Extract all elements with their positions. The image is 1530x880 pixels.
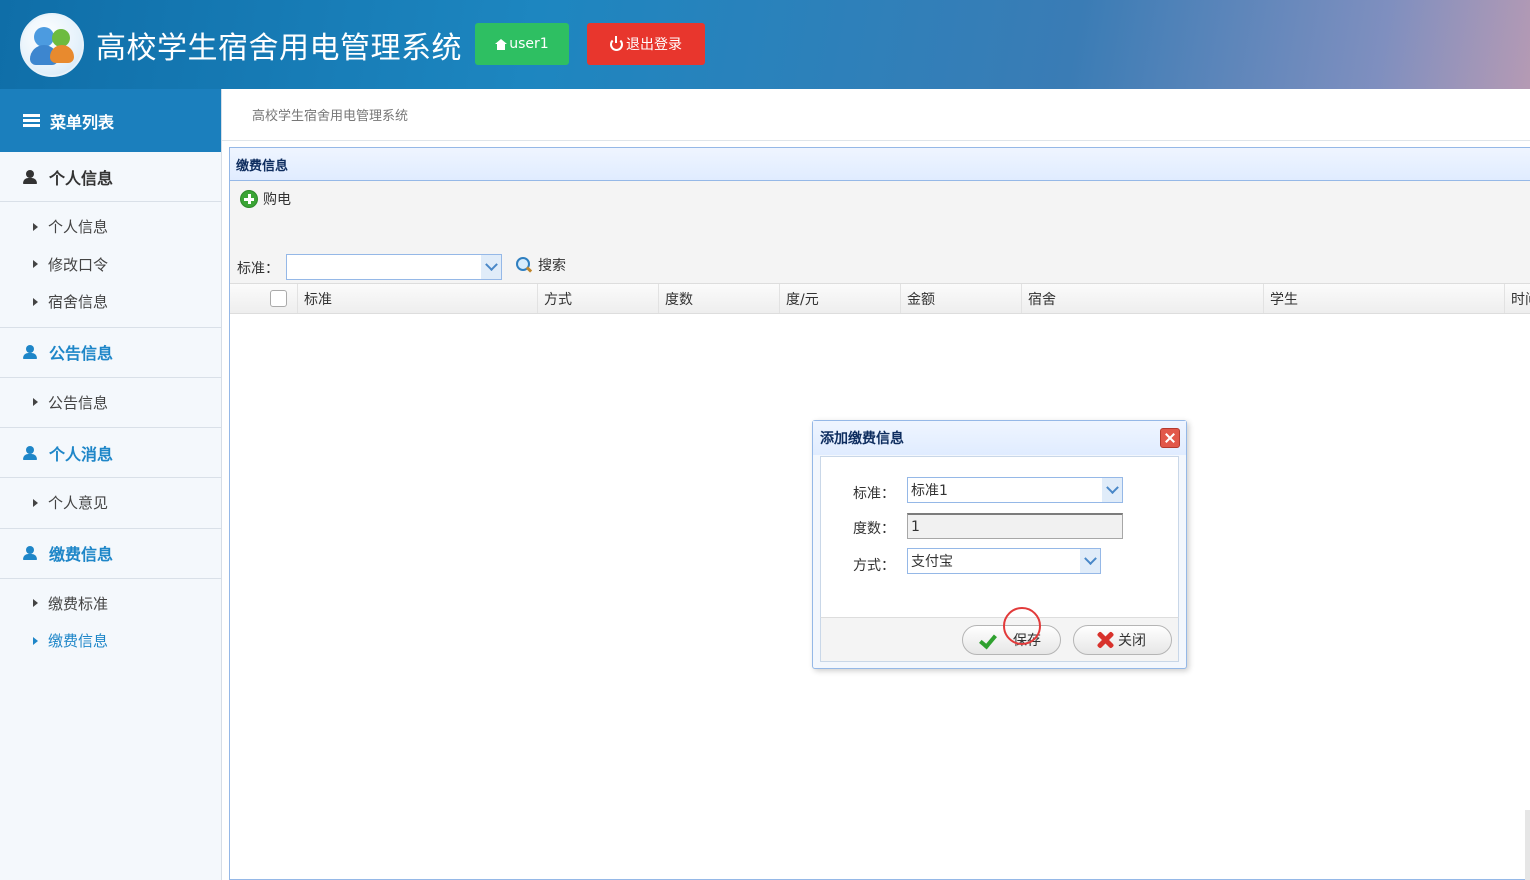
select-all-checkbox[interactable] — [270, 290, 287, 307]
logout-button[interactable]: 退出登录 — [587, 23, 705, 65]
buy-electricity-button[interactable]: 购电 — [240, 189, 291, 209]
column-header-amount[interactable]: 金额 — [900, 284, 1021, 313]
sidebar-item-notices[interactable]: 公告信息 — [0, 384, 221, 422]
sidebar-submenu-messages: 个人意见 — [0, 478, 221, 529]
sidebar-item-label: 宿舍信息 — [48, 293, 109, 312]
sidebar-item-label: 缴费标准 — [48, 594, 109, 613]
method-select-value: 支付宝 — [911, 554, 953, 570]
sidebar-heading-label: 菜单列表 — [50, 112, 115, 132]
close-button-label: 关闭 — [1118, 633, 1146, 649]
sidebar-group-label: 缴费信息 — [49, 545, 114, 564]
dialog-footer: 保存 关闭 — [820, 617, 1179, 662]
panel-title: 缴费信息 — [230, 148, 1530, 181]
method-select[interactable]: 支付宝 — [907, 548, 1101, 574]
app-title: 高校学生宿舍用电管理系统 — [96, 31, 462, 66]
sidebar-item-payment-info[interactable]: 缴费信息 — [0, 622, 221, 660]
kwh-input[interactable]: 1 — [907, 513, 1123, 539]
sidebar-heading: 菜单列表 — [0, 89, 221, 152]
chevron-down-icon[interactable] — [481, 255, 501, 279]
user-button[interactable]: user1 — [475, 23, 569, 65]
chevron-down-icon[interactable] — [1080, 549, 1100, 573]
caret-right-icon — [33, 398, 38, 407]
sidebar-item-feedback[interactable]: 个人意见 — [0, 484, 221, 522]
sidebar-item-change-password[interactable]: 修改口令 — [0, 246, 221, 284]
sidebar-submenu-profile: 个人信息 修改口令 宿舍信息 — [0, 202, 221, 328]
user-button-label: user1 — [509, 36, 549, 52]
list-icon — [23, 114, 40, 127]
column-header-method[interactable]: 方式 — [537, 284, 658, 313]
buy-electricity-label: 购电 — [263, 192, 291, 208]
user-icon — [23, 546, 37, 560]
caret-right-icon — [33, 498, 38, 507]
scrollbar[interactable] — [1525, 810, 1530, 880]
logout-button-label: 退出登录 — [626, 37, 682, 53]
standard-field-label: 标准： — [853, 486, 895, 502]
sidebar-group-label: 公告信息 — [49, 344, 114, 363]
check-icon — [979, 630, 997, 650]
add-payment-dialog: 添加缴费信息 标准： 标准1 度数： 1 方式： 支付宝 保存 关闭 — [812, 420, 1187, 669]
close-icon[interactable] — [1160, 428, 1180, 448]
sidebar-item-label: 公告信息 — [48, 393, 109, 412]
breadcrumb: 高校学生宿舍用电管理系统 — [222, 89, 1530, 141]
sidebar-group-payment[interactable]: 缴费信息 — [0, 529, 221, 579]
column-header-time[interactable]: 时间 — [1504, 284, 1530, 313]
chevron-down-icon[interactable] — [1102, 478, 1122, 502]
column-header-price[interactable]: 度/元 — [779, 284, 900, 313]
user-icon — [23, 445, 37, 460]
power-icon — [610, 35, 623, 51]
app-header: 高校学生宿舍用电管理系统 user1 退出登录 — [0, 0, 1530, 89]
user-icon — [23, 345, 37, 359]
column-header-standard[interactable]: 标准 — [297, 284, 537, 313]
table-header: 标准 方式 度数 度/元 金额 宿舍 学生 时间 — [230, 283, 1530, 314]
sidebar-group-messages[interactable]: 个人消息 — [0, 428, 221, 478]
home-icon — [495, 38, 508, 50]
users-logo-icon — [20, 13, 84, 77]
search-button[interactable]: 搜索 — [516, 255, 566, 275]
column-header-kwh[interactable]: 度数 — [658, 284, 779, 313]
sidebar-group-notices[interactable]: 公告信息 — [0, 328, 221, 378]
caret-right-icon — [33, 222, 38, 231]
caret-right-icon — [33, 297, 38, 306]
filter-standard-label: 标准： — [237, 261, 279, 277]
click-indicator — [1003, 607, 1041, 645]
search-icon — [516, 257, 532, 273]
filter-standard-select[interactable] — [286, 254, 502, 280]
sidebar-group-label: 个人消息 — [49, 444, 114, 464]
kwh-field-label: 度数： — [853, 521, 895, 537]
method-field-label: 方式： — [853, 558, 895, 574]
sidebar: 菜单列表 个人信息 个人信息 修改口令 宿舍信息 公告信息 公告信息 个人消息 — [0, 89, 222, 880]
dialog-title: 添加缴费信息 — [813, 421, 1186, 455]
sidebar-item-payment-standard[interactable]: 缴费标准 — [0, 585, 221, 623]
sidebar-submenu-notices: 公告信息 — [0, 378, 221, 428]
sidebar-item-dorm-info[interactable]: 宿舍信息 — [0, 283, 221, 321]
sidebar-item-label: 个人信息 — [48, 218, 109, 237]
user-icon — [23, 169, 37, 184]
search-button-label: 搜索 — [538, 258, 566, 274]
caret-right-icon — [33, 599, 38, 608]
sidebar-group-label: 个人信息 — [49, 168, 114, 188]
column-header-student[interactable]: 学生 — [1263, 284, 1504, 313]
standard-select[interactable]: 标准1 — [907, 477, 1123, 503]
column-header-dorm[interactable]: 宿舍 — [1021, 284, 1263, 313]
toolbar: 购电 标准： 搜索 标准 方式 度数 度/元 金额 宿舍 学生 时间 — [230, 181, 1530, 314]
sidebar-group-profile[interactable]: 个人信息 — [0, 152, 221, 202]
standard-select-value: 标准1 — [911, 483, 948, 499]
close-button[interactable]: 关闭 — [1073, 625, 1172, 655]
sidebar-item-label: 个人意见 — [48, 494, 109, 513]
close-x-icon — [1096, 631, 1114, 649]
dialog-body: 标准： 标准1 度数： 1 方式： 支付宝 — [820, 456, 1179, 617]
add-icon — [240, 190, 258, 208]
caret-right-icon — [33, 260, 38, 269]
sidebar-item-personal-info[interactable]: 个人信息 — [0, 208, 221, 246]
sidebar-item-label: 缴费信息 — [48, 632, 109, 651]
caret-right-icon — [33, 636, 38, 645]
sidebar-submenu-payment: 缴费标准 缴费信息 — [0, 579, 221, 666]
sidebar-item-label: 修改口令 — [48, 255, 109, 274]
